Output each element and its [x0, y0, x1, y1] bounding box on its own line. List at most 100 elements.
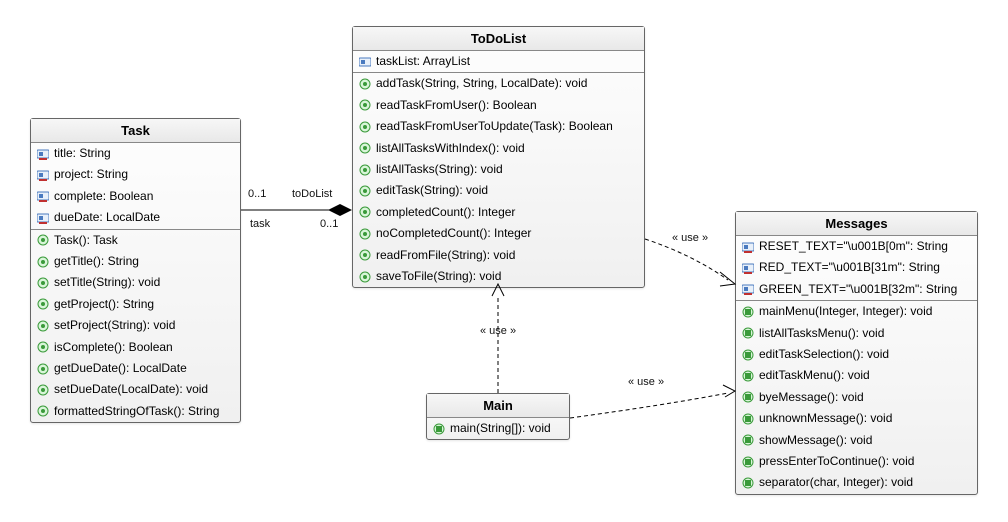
op-row: main(String[]): void: [427, 418, 569, 439]
op-text: unknownMessage(): void: [759, 410, 892, 427]
method-icon: [359, 228, 371, 240]
op-text: setDueDate(LocalDate): void: [54, 381, 208, 398]
class-messages-ops: mainMenu(Integer, Integer): void listAllT…: [736, 301, 977, 494]
class-todolist-title: ToDoList: [353, 27, 644, 51]
op-text: separator(char, Integer): void: [759, 474, 913, 491]
method-icon: [37, 256, 49, 268]
op-row: editTaskMenu(): void: [736, 365, 977, 386]
attr-text: RED_TEXT="\u001B[31m": String: [759, 259, 940, 276]
class-messages: Messages RESET_TEXT="\u001B[0m": StringR…: [735, 211, 978, 495]
op-row: noCompletedCount(): Integer: [353, 223, 644, 244]
method-icon: [37, 384, 49, 396]
op-text: readFromFile(String): void: [376, 247, 515, 264]
op-text: main(String[]): void: [450, 420, 551, 437]
method-icon: [742, 456, 754, 468]
attr-text: title: String: [54, 145, 111, 162]
attr-text: taskList: ArrayList: [376, 53, 470, 70]
class-main: Main main(String[]): void: [426, 393, 570, 440]
attr-row: dueDate: LocalDate: [31, 207, 240, 228]
method-icon: [37, 277, 49, 289]
multiplicity-task: 0..1: [248, 188, 266, 200]
op-row: getDueDate(): LocalDate: [31, 358, 240, 379]
method-icon: [359, 121, 371, 133]
attr-row: GREEN_TEXT="\u001B[32m": String: [736, 279, 977, 300]
attr-row: project: String: [31, 164, 240, 185]
op-row: mainMenu(Integer, Integer): void: [736, 301, 977, 322]
field-icon: [37, 212, 49, 224]
op-text: editTaskMenu(): void: [759, 367, 870, 384]
op-text: setProject(String): void: [54, 317, 175, 334]
method-icon: [742, 306, 754, 318]
op-text: saveToFile(String): void: [376, 268, 501, 285]
field-icon: [37, 148, 49, 160]
op-row: setProject(String): void: [31, 315, 240, 336]
op-row: completedCount(): Integer: [353, 202, 644, 223]
field-icon: [37, 190, 49, 202]
op-text: listAllTasksMenu(): void: [759, 325, 884, 342]
op-row: readTaskFromUserToUpdate(Task): Boolean: [353, 116, 644, 137]
op-row: saveToFile(String): void: [353, 266, 644, 287]
attr-text: complete: Boolean: [54, 188, 153, 205]
op-text: getDueDate(): LocalDate: [54, 360, 187, 377]
method-icon: [37, 405, 49, 417]
method-icon: [742, 391, 754, 403]
class-task: Task title: String project: String complet…: [30, 118, 241, 423]
field-icon: [742, 241, 754, 253]
op-text: formattedStringOfTask(): String: [54, 403, 219, 420]
method-icon: [359, 78, 371, 90]
class-main-ops: main(String[]): void: [427, 418, 569, 439]
class-messages-attrs: RESET_TEXT="\u001B[0m": String RED_TEXT="…: [736, 236, 977, 301]
op-text: listAllTasks(String): void: [376, 161, 503, 178]
method-icon: [742, 370, 754, 382]
attr-text: GREEN_TEXT="\u001B[32m": String: [759, 281, 957, 298]
op-row: setDueDate(LocalDate): void: [31, 379, 240, 400]
op-row: listAllTasks(String): void: [353, 159, 644, 180]
class-task-attrs: title: String project: String complete: Bo…: [31, 143, 240, 230]
op-row: formattedStringOfTask(): String: [31, 401, 240, 422]
attr-row: title: String: [31, 143, 240, 164]
op-text: editTaskSelection(): void: [759, 346, 889, 363]
op-text: showMessage(): void: [759, 432, 872, 449]
op-text: getTitle(): String: [54, 253, 139, 270]
attr-row: RED_TEXT="\u001B[31m": String: [736, 257, 977, 278]
op-row: unknownMessage(): void: [736, 408, 977, 429]
op-row: getProject(): String: [31, 294, 240, 315]
field-icon: [742, 262, 754, 274]
attr-row: complete: Boolean: [31, 186, 240, 207]
op-row: editTaskSelection(): void: [736, 344, 977, 365]
op-text: setTitle(String): void: [54, 274, 160, 291]
method-icon: [359, 99, 371, 111]
field-icon: [37, 169, 49, 181]
use-label-2: « use »: [672, 232, 708, 244]
attr-row: RESET_TEXT="\u001B[0m": String: [736, 236, 977, 257]
method-icon: [37, 234, 49, 246]
op-text: listAllTasksWithIndex(): void: [376, 140, 525, 157]
use-label-1: « use »: [480, 325, 516, 337]
method-icon: [37, 341, 49, 353]
method-icon: [742, 477, 754, 489]
op-text: readTaskFromUserToUpdate(Task): Boolean: [376, 118, 613, 135]
method-icon: [37, 320, 49, 332]
op-text: addTask(String, String, LocalDate): void: [376, 75, 587, 92]
method-icon: [742, 434, 754, 446]
method-icon: [37, 298, 49, 310]
op-row: readTaskFromUser(): Boolean: [353, 95, 644, 116]
class-task-title: Task: [31, 119, 240, 143]
method-icon: [37, 363, 49, 375]
multiplicity-todolist: 0..1: [320, 218, 338, 230]
op-row: showMessage(): void: [736, 430, 977, 451]
op-row: isComplete(): Boolean: [31, 337, 240, 358]
op-text: byeMessage(): void: [759, 389, 864, 406]
class-task-ops: Task(): TaskgetTitle(): StringsetTitle(S…: [31, 230, 240, 423]
method-icon: [433, 423, 445, 435]
method-icon: [742, 327, 754, 339]
op-row: listAllTasksMenu(): void: [736, 323, 977, 344]
op-row: addTask(String, String, LocalDate): void: [353, 73, 644, 94]
op-row: pressEnterToContinue(): void: [736, 451, 977, 472]
method-icon: [359, 185, 371, 197]
method-icon: [359, 249, 371, 261]
attr-text: RESET_TEXT="\u001B[0m": String: [759, 238, 948, 255]
attr-row: taskList: ArrayList: [353, 51, 644, 72]
method-icon: [359, 164, 371, 176]
class-main-title: Main: [427, 394, 569, 418]
